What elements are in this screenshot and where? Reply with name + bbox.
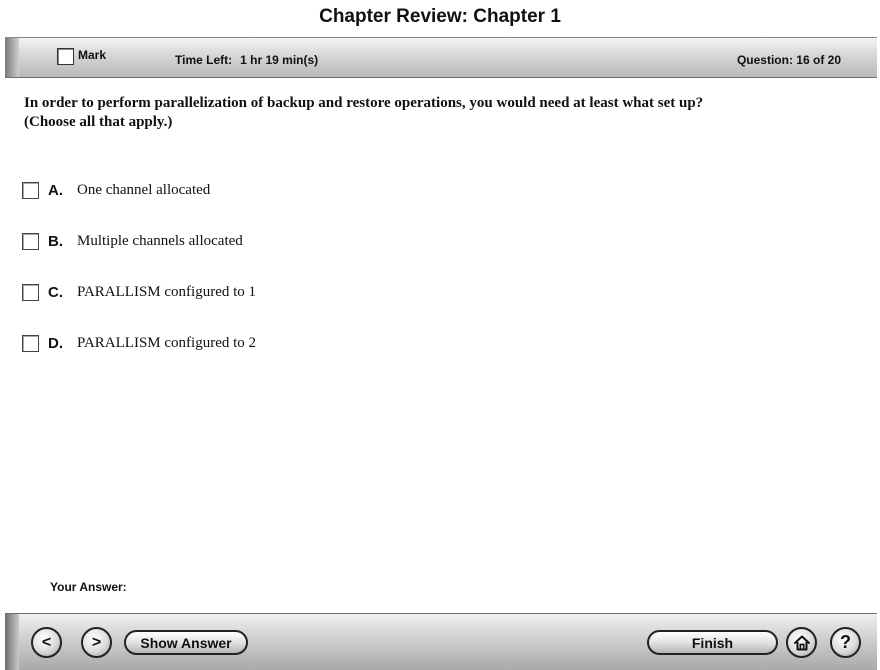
mark-checkbox[interactable]: Mark <box>57 48 106 65</box>
option-c[interactable]: C. PARALLISM configured to 1 <box>22 284 256 301</box>
home-icon <box>793 635 810 650</box>
top-toolbar: Mark Time Left: 1 hr 19 min(s) Question: … <box>5 37 877 78</box>
bottom-toolbar: < > Show Answer Finish ? <box>5 613 877 670</box>
question-text: In order to perform parallelization of b… <box>24 94 824 132</box>
previous-button[interactable]: < <box>31 627 62 658</box>
finish-button[interactable]: Finish <box>647 630 778 655</box>
mark-checkbox-box[interactable] <box>57 48 74 65</box>
question-line-2: (Choose all that apply.) <box>24 114 173 130</box>
option-a-letter: A. <box>48 182 63 199</box>
mark-label: Mark <box>78 48 107 62</box>
time-left: Time Left: 1 hr 19 min(s) <box>175 53 318 67</box>
option-c-text: PARALLISM configured to 1 <box>77 284 257 300</box>
time-left-label: Time Left: <box>175 53 233 67</box>
option-b-checkbox[interactable] <box>22 233 39 250</box>
help-icon: ? <box>840 632 851 652</box>
option-a[interactable]: A. One channel allocated <box>22 182 210 199</box>
option-a-checkbox[interactable] <box>22 182 39 199</box>
show-answer-button[interactable]: Show Answer <box>124 630 248 655</box>
option-d-checkbox[interactable] <box>22 335 39 352</box>
question-counter: Question: 16 of 20 <box>736 53 841 67</box>
toolbar-edge <box>5 614 19 670</box>
chevron-left-icon: < <box>41 633 52 651</box>
option-b[interactable]: B. Multiple channels allocated <box>22 233 243 250</box>
option-d-letter: D. <box>48 335 63 352</box>
next-button[interactable]: > <box>81 627 112 658</box>
option-d[interactable]: D. PARALLISM configured to 2 <box>22 335 256 352</box>
help-button[interactable]: ? <box>830 627 861 658</box>
option-d-text: PARALLISM configured to 2 <box>77 335 257 351</box>
toolbar-edge <box>5 38 19 77</box>
option-b-letter: B. <box>48 233 63 250</box>
chevron-right-icon: > <box>91 633 102 651</box>
your-answer-label: Your Answer: <box>50 580 127 594</box>
time-left-value: 1 hr 19 min(s) <box>240 53 319 67</box>
option-a-text: One channel allocated <box>77 182 211 198</box>
page-title: Chapter Review: Chapter 1 <box>319 6 561 27</box>
home-button[interactable] <box>786 627 817 658</box>
question-line-1: In order to perform parallelization of b… <box>24 95 704 111</box>
option-b-text: Multiple channels allocated <box>77 233 243 249</box>
option-c-letter: C. <box>48 284 63 301</box>
option-c-checkbox[interactable] <box>22 284 39 301</box>
